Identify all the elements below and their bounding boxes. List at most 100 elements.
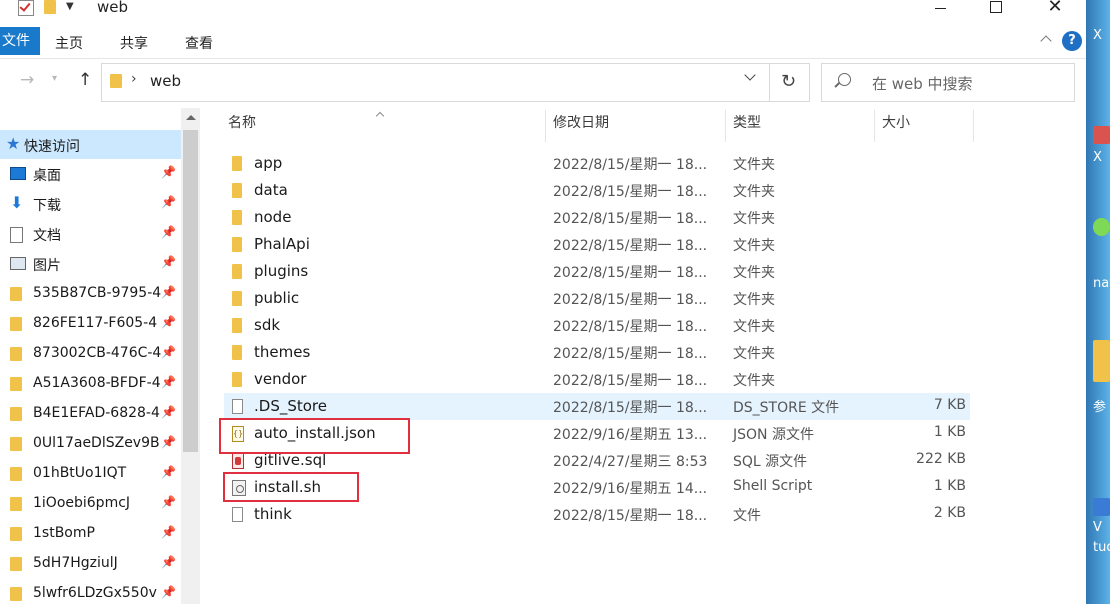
up-arrow-icon[interactable]: ↑: [78, 70, 92, 90]
desktop-app-icon[interactable]: [1093, 498, 1110, 516]
file-row[interactable]: node 2022/8/15/星期一 18... 文件夹: [224, 204, 970, 231]
tab-view[interactable]: 查看: [185, 33, 213, 53]
search-icon: [838, 73, 851, 86]
column-divider[interactable]: [973, 110, 974, 142]
scroll-up-icon[interactable]: [185, 112, 196, 122]
desktop-label[interactable]: tud: [1093, 540, 1110, 555]
file-row[interactable]: vendor 2022/8/15/星期一 18... 文件夹: [224, 366, 970, 393]
pin-icon[interactable]: 📌: [161, 315, 176, 329]
sidebar-item-label: 1stBomP: [33, 525, 95, 541]
refresh-icon[interactable]: ↻: [781, 71, 796, 92]
file-row[interactable]: .DS_Store 2022/8/15/星期一 18... DS_STORE 文件 7…: [224, 393, 970, 420]
quick-access-dropdown-icon[interactable]: ▼: [66, 1, 74, 12]
sidebar-item-label: 0Ul17aeDlSZev9B: [33, 435, 160, 451]
desktop-label[interactable]: X: [1093, 28, 1102, 43]
tab-home[interactable]: 主页: [55, 33, 83, 53]
sidebar-item-label: 下载: [33, 198, 61, 214]
desktop-label[interactable]: X: [1093, 150, 1102, 165]
breadcrumb-web[interactable]: web: [150, 72, 181, 90]
pin-icon[interactable]: 📌: [161, 285, 176, 299]
address-dropdown-icon[interactable]: [744, 71, 756, 83]
desktop-label[interactable]: navi: [1093, 276, 1110, 291]
file-row[interactable]: PhalApi 2022/8/15/星期一 18... 文件夹: [224, 231, 970, 258]
column-divider[interactable]: [725, 110, 726, 142]
column-header-date[interactable]: 修改日期: [553, 112, 609, 140]
desktop-app-icon[interactable]: [1093, 218, 1110, 236]
desktop-label[interactable]: V: [1093, 520, 1102, 535]
file-type: 文件夹: [733, 157, 775, 173]
desktop-app-icon[interactable]: [1093, 126, 1110, 144]
sidebar-item[interactable]: 图片 📌: [0, 249, 181, 279]
pin-icon[interactable]: 📌: [161, 435, 176, 449]
file-type: 文件: [733, 508, 761, 524]
column-divider[interactable]: [874, 110, 875, 142]
sidebar-item[interactable]: ⬇ 下载 📌: [0, 189, 181, 219]
column-divider[interactable]: [545, 110, 546, 142]
file-type: 文件夹: [733, 292, 775, 308]
address-bar[interactable]: [101, 63, 771, 102]
pin-icon[interactable]: 📌: [161, 345, 176, 359]
pin-icon[interactable]: 📌: [161, 375, 176, 389]
sidebar-item[interactable]: 5lwfr6LDzGx550v 📌: [0, 579, 181, 609]
pin-icon[interactable]: 📌: [161, 555, 176, 569]
file-date: 2022/8/15/星期一 18...: [553, 319, 708, 335]
tab-share[interactable]: 共享: [120, 33, 148, 53]
sidebar-item[interactable]: A51A3608-BFDF-4 📌: [0, 369, 181, 399]
breadcrumb-separator[interactable]: ›: [131, 71, 137, 87]
pin-icon[interactable]: 📌: [161, 165, 176, 179]
back-arrow-icon[interactable]: →: [20, 70, 34, 90]
file-row[interactable]: plugins 2022/8/15/星期一 18... 文件夹: [224, 258, 970, 285]
ribbon-expand-icon[interactable]: [1040, 33, 1054, 47]
file-row[interactable]: sdk 2022/8/15/星期一 18... 文件夹: [224, 312, 970, 339]
pin-icon[interactable]: 📌: [161, 585, 176, 599]
picture-icon: [10, 257, 26, 270]
sidebar-quick-access-label[interactable]: 快速访问: [24, 136, 80, 156]
tab-file[interactable]: 文件: [0, 27, 40, 55]
folder-icon: [10, 317, 22, 331]
properties-quick-icon[interactable]: [18, 0, 34, 16]
file-row[interactable]: themes 2022/8/15/星期一 18... 文件夹: [224, 339, 970, 366]
file-name: public: [254, 289, 300, 307]
file-row[interactable]: data 2022/8/15/星期一 18... 文件夹: [224, 177, 970, 204]
file-type: DS_STORE 文件: [733, 400, 840, 416]
pin-icon[interactable]: 📌: [161, 525, 176, 539]
file-date: 2022/8/15/星期一 18...: [553, 211, 708, 227]
minimize-button[interactable]: [918, 0, 964, 22]
close-button[interactable]: ✕: [1032, 0, 1078, 22]
file-name: .DS_Store: [254, 397, 327, 415]
column-header-type[interactable]: 类型: [733, 112, 761, 140]
sidebar-item[interactable]: 文档 📌: [0, 219, 181, 249]
sidebar-item[interactable]: 5dH7HgziulJ 📌: [0, 549, 181, 579]
sidebar-item[interactable]: 873002CB-476C-4 📌: [0, 339, 181, 369]
desktop-folder-icon[interactable]: [1093, 340, 1110, 382]
pin-icon[interactable]: 📌: [161, 225, 176, 239]
pin-icon[interactable]: 📌: [161, 405, 176, 419]
sidebar-scroll-thumb[interactable]: [183, 130, 198, 452]
sidebar-item[interactable]: 桌面 📌: [0, 159, 181, 189]
column-header-size[interactable]: 大小: [882, 112, 910, 140]
column-header-name[interactable]: 名称: [228, 112, 256, 140]
help-icon[interactable]: ?: [1062, 31, 1082, 51]
sidebar-item[interactable]: 535B87CB-9795-4 📌: [0, 279, 181, 309]
file-row[interactable]: think 2022/8/15/星期一 18... 文件 2 KB: [224, 501, 970, 528]
search-placeholder[interactable]: 在 web 中搜索: [872, 73, 973, 94]
sidebar-item[interactable]: 1stBomP 📌: [0, 519, 181, 549]
sidebar-item[interactable]: 0Ul17aeDlSZev9B 📌: [0, 429, 181, 459]
sidebar-item[interactable]: 826FE117-F605-4 📌: [0, 309, 181, 339]
new-folder-quick-icon[interactable]: [44, 0, 56, 14]
pin-icon[interactable]: 📌: [161, 495, 176, 509]
download-icon: ⬇: [10, 193, 24, 212]
pin-icon[interactable]: 📌: [161, 255, 176, 269]
file-row[interactable]: app 2022/8/15/星期一 18... 文件夹: [224, 150, 970, 177]
recent-locations-chevron-icon[interactable]: ▾: [52, 73, 57, 84]
pin-icon[interactable]: 📌: [161, 195, 176, 209]
desktop-label[interactable]: 参: [1093, 396, 1106, 415]
maximize-button[interactable]: [972, 0, 1018, 22]
sidebar-item[interactable]: B4E1EFAD-6828-4 📌: [0, 399, 181, 429]
file-row[interactable]: public 2022/8/15/星期一 18... 文件夹: [224, 285, 970, 312]
sidebar-item[interactable]: 01hBtUo1IQT 📌: [0, 459, 181, 489]
highlight-box-auto-install: [219, 418, 410, 454]
pin-icon[interactable]: 📌: [161, 465, 176, 479]
folder-icon: [232, 291, 242, 306]
sidebar-item[interactable]: 1iOoebi6pmcJ 📌: [0, 489, 181, 519]
